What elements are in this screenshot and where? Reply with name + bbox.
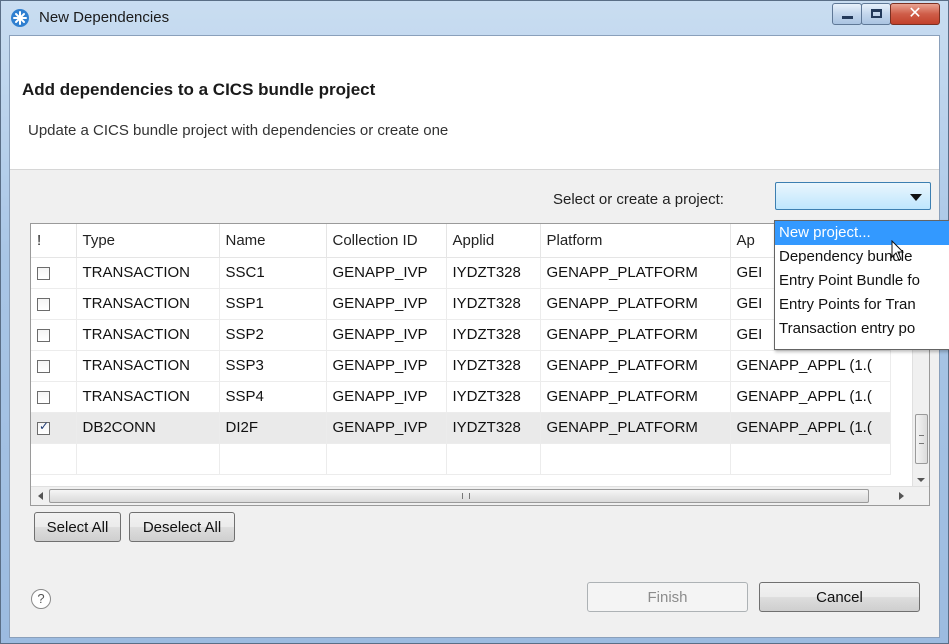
table-row[interactable]: TRANSACTION SSC1 GENAPP_IVP IYDZT328 GEN… xyxy=(31,257,891,289)
type-cell: TRANSACTION xyxy=(76,257,220,289)
horizontal-scroll-thumb[interactable] xyxy=(49,489,869,503)
scroll-down-arrow-icon[interactable] xyxy=(917,478,925,482)
page-title: Add dependencies to a CICS bundle projec… xyxy=(22,80,376,99)
type-cell: TRANSACTION xyxy=(76,288,220,320)
finish-button[interactable]: Finish xyxy=(587,582,748,612)
help-icon[interactable]: ? xyxy=(31,589,51,609)
row-check-cell[interactable] xyxy=(31,350,77,382)
column-header-applid[interactable]: Applid xyxy=(446,224,541,258)
platform-cell: GENAPP_PLATFORM xyxy=(540,381,731,413)
column-header-platform[interactable]: Platform xyxy=(540,224,731,258)
table-row[interactable]: DB2CONN DI2F GENAPP_IVP IYDZT328 GENAPP_… xyxy=(31,412,891,444)
collection-cell: GENAPP_IVP xyxy=(326,257,447,289)
minimize-icon xyxy=(842,16,853,19)
app-icon xyxy=(11,9,29,27)
project-combo[interactable] xyxy=(775,182,931,210)
vertical-scroll-thumb[interactable] xyxy=(915,414,928,464)
dialog-window: New Dependencies ✕ Add dependencies to a… xyxy=(0,0,949,644)
applid-cell: IYDZT328 xyxy=(446,319,541,351)
type-cell: DB2CONN xyxy=(76,412,220,444)
row-check-cell[interactable] xyxy=(31,288,77,320)
applid-cell: IYDZT328 xyxy=(446,381,541,413)
page-description: Update a CICS bundle project with depend… xyxy=(28,122,449,139)
checkbox-icon[interactable] xyxy=(37,359,50,373)
collection-cell: GENAPP_IVP xyxy=(326,350,447,382)
table-row[interactable]: TRANSACTION SSP4 GENAPP_IVP IYDZT328 GEN… xyxy=(31,381,891,413)
table-row[interactable]: TRANSACTION SSP3 GENAPP_IVP IYDZT328 GEN… xyxy=(31,350,891,382)
column-header-name[interactable]: Name xyxy=(219,224,327,258)
platform-cell: GENAPP_PLATFORM xyxy=(540,257,731,289)
cancel-button[interactable]: Cancel xyxy=(759,582,920,612)
name-cell: SSP2 xyxy=(219,319,327,351)
row-check-cell[interactable] xyxy=(31,319,77,351)
window-title: New Dependencies xyxy=(39,9,170,26)
column-header-type[interactable]: Type xyxy=(76,224,220,258)
scroll-left-arrow-icon[interactable] xyxy=(38,492,43,500)
platform-cell: GENAPP_PLATFORM xyxy=(540,319,731,351)
name-cell: SSP3 xyxy=(219,350,327,382)
dropdown-item-entry-point-bundle[interactable]: Entry Point Bundle fo xyxy=(775,269,949,293)
platform-cell: GENAPP_PLATFORM xyxy=(540,412,731,444)
applid-cell: IYDZT328 xyxy=(446,350,541,382)
row-check-cell[interactable] xyxy=(31,412,77,444)
row-check-cell[interactable] xyxy=(31,257,77,289)
table-row[interactable]: TRANSACTION SSP2 GENAPP_IVP IYDZT328 GEN… xyxy=(31,319,891,351)
name-cell: SSP4 xyxy=(219,381,327,413)
project-label: Select or create a project: xyxy=(553,191,724,208)
close-icon: ✕ xyxy=(908,5,922,22)
application-cell: GENAPP_APPL (1.( xyxy=(730,350,891,382)
collection-cell: GENAPP_IVP xyxy=(326,381,447,413)
checkbox-icon[interactable] xyxy=(37,419,50,435)
scroll-right-arrow-icon[interactable] xyxy=(899,492,904,500)
checkbox-icon[interactable] xyxy=(37,266,50,280)
checkbox-icon[interactable] xyxy=(37,390,50,404)
platform-cell: GENAPP_PLATFORM xyxy=(540,350,731,382)
applid-cell: IYDZT328 xyxy=(446,257,541,289)
type-cell: TRANSACTION xyxy=(76,319,220,351)
applid-cell: IYDZT328 xyxy=(446,288,541,320)
name-cell: SSC1 xyxy=(219,257,327,289)
application-cell: GENAPP_APPL (1.( xyxy=(730,412,891,444)
horizontal-scrollbar[interactable] xyxy=(31,486,929,505)
type-cell: TRANSACTION xyxy=(76,381,220,413)
maximize-button[interactable] xyxy=(861,3,891,25)
table-row[interactable]: TRANSACTION SSP1 GENAPP_IVP IYDZT328 GEN… xyxy=(31,288,891,320)
collection-cell: GENAPP_IVP xyxy=(326,288,447,320)
select-all-button[interactable]: Select All xyxy=(34,512,121,542)
deselect-all-button[interactable]: Deselect All xyxy=(129,512,235,542)
checkbox-icon[interactable] xyxy=(37,328,50,342)
dropdown-item-transaction-entry-point[interactable]: Transaction entry po xyxy=(775,317,949,341)
wizard-header: Add dependencies to a CICS bundle projec… xyxy=(10,36,939,170)
maximize-icon xyxy=(871,9,882,18)
dropdown-arrow-icon xyxy=(910,194,922,201)
title-bar[interactable]: New Dependencies ✕ xyxy=(1,1,948,35)
name-cell: SSP1 xyxy=(219,288,327,320)
checkbox-icon[interactable] xyxy=(37,297,50,311)
applid-cell: IYDZT328 xyxy=(446,412,541,444)
project-dropdown-list[interactable]: New project... Dependency bundle Entry P… xyxy=(774,220,949,350)
type-cell: TRANSACTION xyxy=(76,350,220,382)
table-row-empty xyxy=(31,443,891,475)
platform-cell: GENAPP_PLATFORM xyxy=(540,288,731,320)
collection-cell: GENAPP_IVP xyxy=(326,412,447,444)
close-button[interactable]: ✕ xyxy=(890,3,940,25)
dropdown-item-new-project[interactable]: New project... xyxy=(775,221,949,245)
mouse-cursor-icon xyxy=(891,240,905,261)
dropdown-item-entry-points-for-transactions[interactable]: Entry Points for Tran xyxy=(775,293,949,317)
row-check-cell[interactable] xyxy=(31,381,77,413)
table-header-row: ! Type Name Collection ID Applid Platfor… xyxy=(31,224,891,258)
collection-cell: GENAPP_IVP xyxy=(326,319,447,351)
minimize-button[interactable] xyxy=(832,3,862,25)
column-header-collection-id[interactable]: Collection ID xyxy=(326,224,447,258)
name-cell: DI2F xyxy=(219,412,327,444)
dropdown-item-dependency-bundle[interactable]: Dependency bundle xyxy=(775,245,949,269)
application-cell: GENAPP_APPL (1.( xyxy=(730,381,891,413)
column-header-check[interactable]: ! xyxy=(31,224,77,258)
